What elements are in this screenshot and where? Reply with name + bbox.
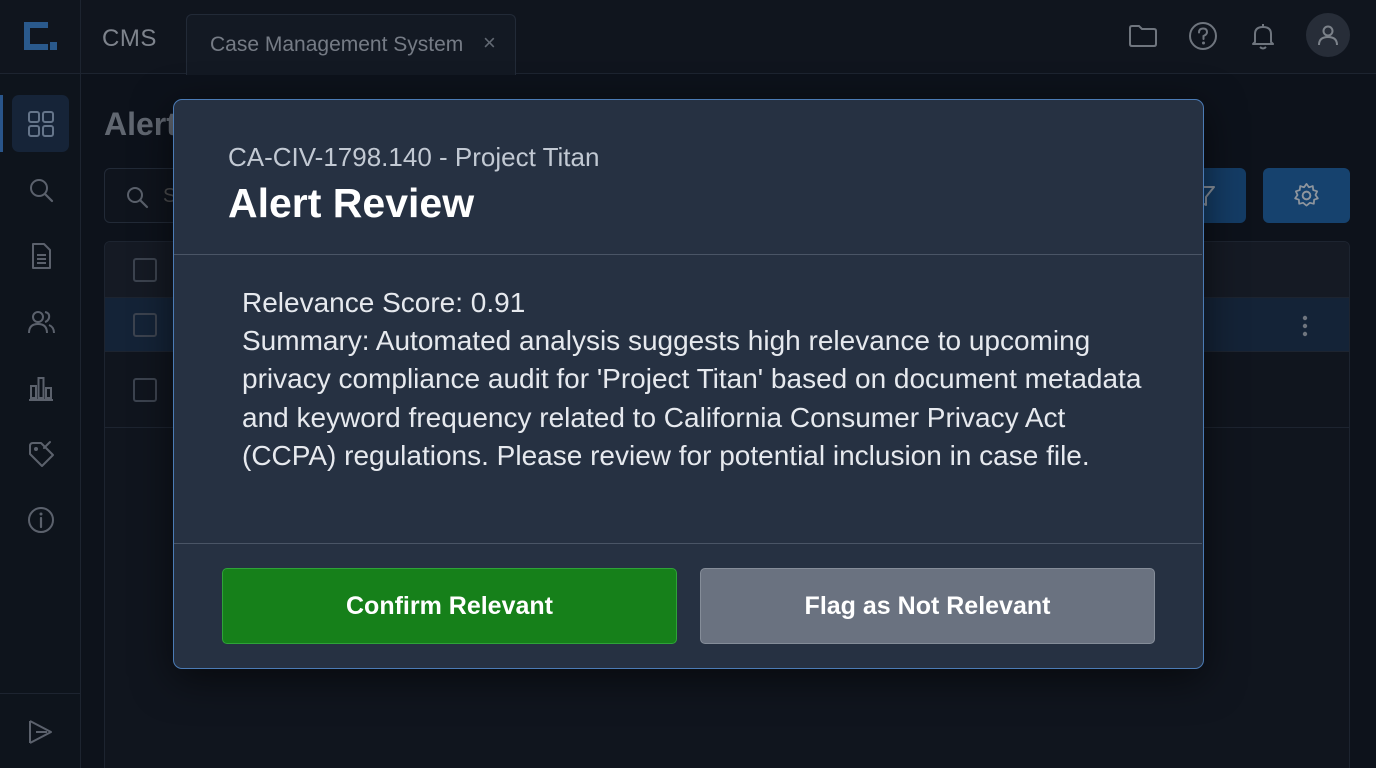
confirm-relevant-button[interactable]: Confirm Relevant [222,568,677,644]
alert-summary: Summary: Automated analysis suggests hig… [242,325,1142,471]
dialog-body: Relevance Score: 0.91 Summary: Automated… [242,284,1142,475]
dialog-divider [174,254,1202,255]
flag-not-relevant-button[interactable]: Flag as Not Relevant [700,568,1155,644]
case-reference: CA-CIV-1798.140 - Project Titan [228,142,600,172]
relevance-score: Relevance Score: 0.91 [242,287,526,318]
dialog-title: Alert Review [228,180,475,226]
dialog-divider [174,543,1202,544]
alert-review-dialog: CA-CIV-1798.140 - Project Titan Alert Re… [173,99,1204,669]
